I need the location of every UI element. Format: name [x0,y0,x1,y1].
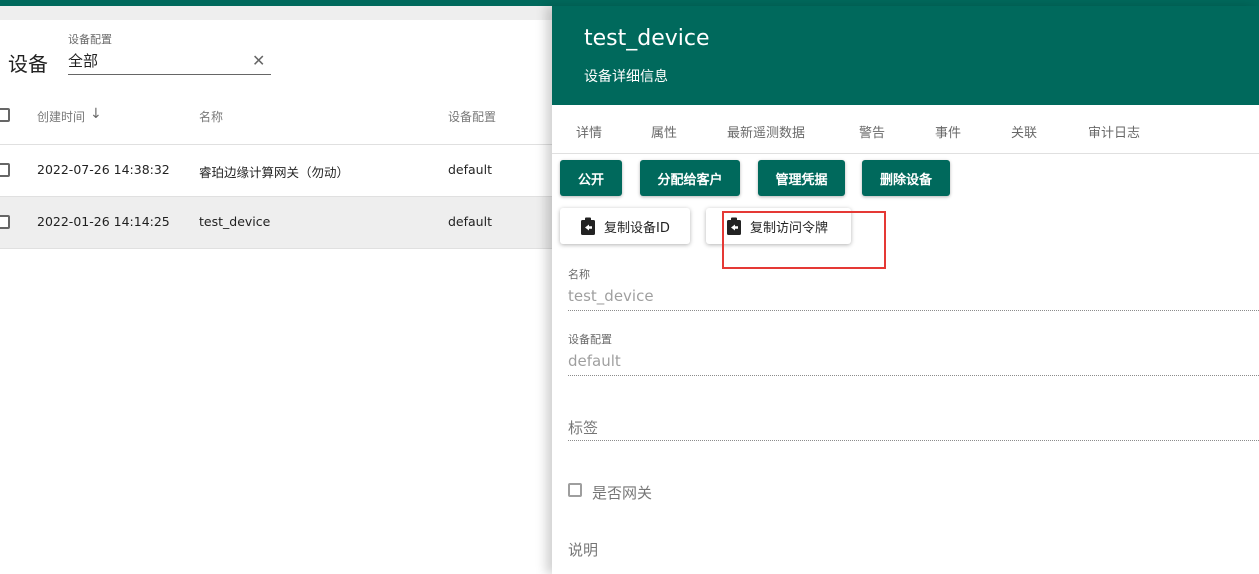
filter-underline [68,74,271,75]
name-field-label: 名称 [568,268,590,281]
clipboard-arrow-icon [580,217,596,235]
tab-details[interactable]: 详情 [576,122,602,141]
manage-credentials-button[interactable]: 管理凭据 [758,160,845,196]
copy-device-id-button[interactable]: 复制设备ID [560,208,690,244]
list-header-band [0,6,552,20]
column-header-created[interactable]: 创建时间 [37,108,85,125]
tab-relations[interactable]: 关联 [1011,122,1037,141]
page-title: 设备 [8,52,48,76]
sort-arrow-down-icon[interactable]: ↓ [90,106,102,122]
tab-events[interactable]: 事件 [935,122,961,141]
tab-audit-logs[interactable]: 审计日志 [1088,122,1140,141]
detail-header: test_device 设备详细信息 [552,6,1259,105]
make-public-button[interactable]: 公开 [560,160,622,196]
assign-to-customer-button[interactable]: 分配给客户 [640,160,740,196]
tags-field-underline [568,440,1259,441]
device-name-title: test_device [584,26,710,51]
tags-field[interactable]: 标签 [568,417,598,438]
row-checkbox[interactable] [0,215,10,229]
column-header-profile[interactable]: 设备配置 [448,108,496,125]
description-field[interactable]: 说明 [568,539,598,560]
select-all-checkbox[interactable] [0,108,10,122]
cell-created: 2022-07-26 14:38:32 [37,162,170,177]
name-field-underline [568,310,1259,311]
cell-profile: default [448,214,492,229]
device-subtitle: 设备详细信息 [584,69,668,85]
table-row[interactable]: 2022-01-26 14:14:25 test_device default [0,197,552,249]
device-list: 设备 设备配置 全部 ✕ 创建时间 ↓ 名称 设备配置 2022-07-26 1… [0,6,552,574]
filter-label: 设备配置 [68,33,112,46]
filter-select[interactable]: 全部 [68,50,98,71]
gateway-checkbox[interactable] [568,483,582,497]
cell-created: 2022-01-26 14:14:25 [37,214,170,229]
tab-attributes[interactable]: 属性 [651,122,677,141]
cell-name: 睿珀边缘计算网关（勿动） [199,165,350,180]
highlight-annotation-box [722,211,886,269]
copy-device-id-label: 复制设备ID [604,220,670,236]
cell-profile: default [448,162,492,177]
tab-latest-telemetry[interactable]: 最新遥测数据 [727,122,805,141]
profile-field-label: 设备配置 [568,333,612,346]
column-header-name[interactable]: 名称 [199,108,223,125]
device-detail-panel: test_device 设备详细信息 详情 属性 最新遥测数据 警告 事件 关联… [552,6,1259,574]
profile-field-underline [568,375,1259,376]
table-row[interactable]: 2022-07-26 14:38:32 睿珀边缘计算网关（勿动） default [0,145,552,197]
name-field-value[interactable]: test_device [568,287,654,305]
cell-name: test_device [199,214,271,229]
tab-alarms[interactable]: 警告 [859,122,885,141]
gateway-checkbox-label: 是否网关 [592,484,653,502]
delete-device-button[interactable]: 删除设备 [862,160,950,196]
row-checkbox[interactable] [0,163,10,177]
profile-field-value[interactable]: default [568,352,621,370]
detail-tabs: 详情 属性 最新遥测数据 警告 事件 关联 审计日志 [552,105,1259,154]
clear-icon[interactable]: ✕ [252,51,265,70]
